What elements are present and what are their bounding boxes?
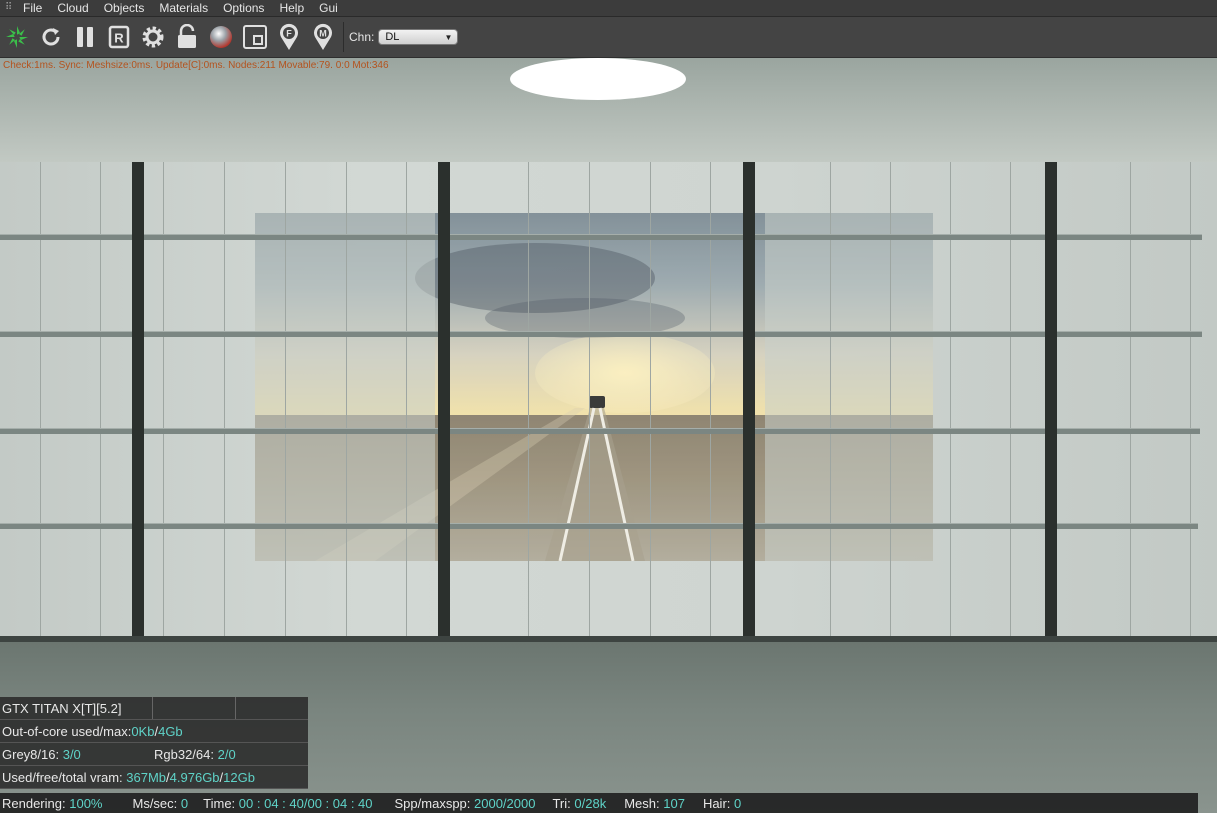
hair-status: Hair: 0 (703, 796, 741, 811)
viewport-frame-icon[interactable] (238, 20, 272, 54)
horizontal-rail (0, 331, 1202, 337)
refresh-icon[interactable] (34, 20, 68, 54)
menu-help[interactable]: Help (279, 1, 304, 15)
wall-mullion (438, 162, 450, 640)
material-pin-icon[interactable]: M (306, 20, 340, 54)
settings-gear-icon[interactable] (136, 20, 170, 54)
rendering-value: 100% (69, 795, 103, 811)
out-of-core-used: 0Kb (131, 723, 155, 739)
vram-free: 4.976Gb (169, 769, 220, 785)
material-sphere-icon[interactable] (204, 20, 238, 54)
tri-label: Tri: (552, 795, 571, 811)
wall-mullion (743, 162, 755, 640)
menu-gui[interactable]: Gui (319, 1, 338, 15)
menu-file[interactable]: File (23, 1, 42, 15)
rgb-label: Rgb32/64: (154, 746, 214, 762)
svg-text:F: F (286, 29, 292, 39)
ceiling-light (510, 58, 686, 100)
lock-icon[interactable] (170, 20, 204, 54)
grey-textures: Grey8/16: 3/0 (2, 747, 154, 762)
render-status-bar: Rendering: 100% Ms/sec: 0 Time: 00 : 04 … (0, 793, 1198, 813)
vram-row: Used/free/total vram: 367Mb/4.976Gb/12Gb (0, 766, 308, 789)
grey-label: Grey8/16: (2, 746, 60, 762)
image-fade-right (765, 213, 933, 561)
horizontal-rail (0, 523, 1198, 529)
tri-value: 0/28k (574, 795, 607, 811)
grip-icon: ⠿ (5, 2, 13, 13)
out-of-core-label: Out-of-core used/max: (2, 723, 132, 739)
channel-label: Chn: (349, 30, 375, 44)
mesh-status: Mesh: 107 (624, 796, 685, 811)
debug-timing-text: Check:1ms. Sync: Meshsize:0ms. Update[C]… (3, 60, 389, 71)
wall-mullion (132, 162, 144, 640)
out-of-core-row: Out-of-core used/max: 0Kb / 4Gb (0, 720, 308, 743)
ms-sec-status: Ms/sec: 0 (132, 796, 188, 811)
ms-sec-label: Ms/sec: (132, 795, 178, 811)
rendering-status: Rendering: 100% (2, 796, 102, 811)
wall-mullion (1045, 162, 1057, 640)
render-region-icon[interactable]: R (102, 20, 136, 54)
render-viewport[interactable]: Check:1ms. Sync: Meshsize:0ms. Update[C]… (0, 58, 1217, 813)
chevron-down-icon: ▼ (444, 32, 453, 42)
hair-value: 0 (734, 795, 742, 811)
vram-total: 12Gb (223, 769, 255, 785)
channel-select-value: DL (385, 31, 400, 43)
rgb-textures: Rgb32/64: 2/0 (154, 747, 236, 762)
time-label: Time: (203, 795, 236, 811)
vram-label: Used/free/total vram: (2, 769, 123, 785)
rendering-label: Rendering: (2, 795, 66, 811)
out-of-core-max: 4Gb (158, 723, 183, 739)
horizontal-rail (0, 428, 1200, 434)
mesh-value: 107 (663, 795, 685, 811)
horizontal-rail (0, 234, 1202, 240)
menu-materials[interactable]: Materials (159, 1, 208, 15)
svg-text:R: R (114, 31, 124, 46)
menu-options[interactable]: Options (223, 1, 264, 15)
focus-pin-icon[interactable]: F (272, 20, 306, 54)
mesh-label: Mesh: (624, 795, 660, 811)
rgb-value: 2/0 (217, 746, 236, 762)
texture-count-row: Grey8/16: 3/0 Rgb32/64: 2/0 (0, 743, 308, 766)
spp-status: Spp/maxspp: 2000/2000 (395, 796, 536, 811)
menu-objects[interactable]: Objects (104, 1, 145, 15)
svg-text:M: M (319, 29, 327, 39)
channel-select[interactable]: DL ▼ (378, 29, 459, 45)
pause-icon[interactable] (68, 20, 102, 54)
time-value: 00 : 04 : 40/00 : 04 : 40 (238, 795, 373, 811)
spp-value: 2000/2000 (474, 795, 536, 811)
gpu-row: GTX TITAN X[T][5.2] (0, 697, 308, 720)
image-fade-left (255, 213, 435, 561)
menu-bar: ⠿ File Cloud Objects Materials Options H… (0, 0, 1217, 17)
hair-label: Hair: (702, 795, 731, 811)
render-stats-panel: GTX TITAN X[T][5.2] Out-of-core used/max… (0, 697, 308, 789)
spp-label: Spp/maxspp: (394, 795, 471, 811)
vram-used: 367Mb (126, 769, 167, 785)
grey-value: 3/0 (62, 746, 81, 762)
toolbar-separator (343, 22, 344, 52)
time-status: Time: 00 : 04 : 40/00 : 04 : 40 (203, 796, 372, 811)
ms-sec-value: 0 (180, 795, 189, 811)
tri-status: Tri: 0/28k (552, 796, 606, 811)
toolbar: R F M Chn: DL ▼ (0, 17, 1217, 58)
menu-cloud[interactable]: Cloud (57, 1, 88, 15)
gpu-cell-empty (153, 697, 236, 719)
octane-logo-icon[interactable] (0, 20, 34, 54)
gpu-name: GTX TITAN X[T][5.2] (2, 697, 153, 719)
